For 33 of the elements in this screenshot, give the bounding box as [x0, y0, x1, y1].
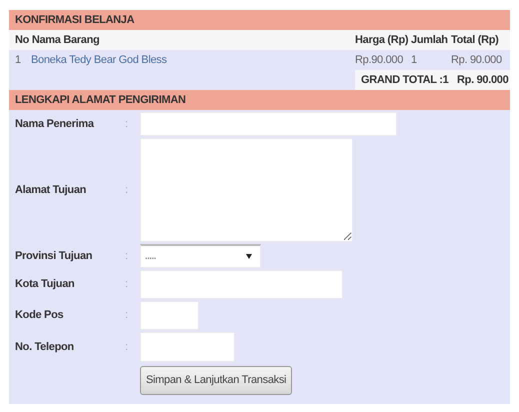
table-cell-text: Rp.90.000: [355, 52, 404, 68]
input-field[interactable]: [140, 301, 199, 330]
table-cell-text: 1: [411, 52, 418, 68]
separator-colon: :: [125, 248, 129, 264]
field-label: Kota Tujuan: [15, 277, 76, 292]
field-label: Provinsi Tujuan: [15, 248, 94, 264]
section-header: KONFIRMASI BELANJA: [9, 10, 510, 30]
column-header: Harga (Rp): [355, 32, 410, 48]
field-label: Nama Penerima: [15, 116, 95, 132]
column-header: No Nama Barang: [15, 32, 100, 48]
address-field[interactable]: [140, 138, 353, 242]
column-header: Total (Rp): [451, 32, 500, 48]
table-cell-text: Rp. 90.000: [451, 52, 503, 68]
input-field[interactable]: [140, 270, 343, 299]
separator-colon: :: [125, 340, 129, 355]
separator-colon: :: [125, 308, 129, 324]
section-header: LENGKAPI ALAMAT PENGIRIMAN: [9, 90, 510, 110]
input-field[interactable]: [140, 332, 235, 362]
field-label: Kode Pos: [15, 308, 64, 324]
product-link[interactable]: Boneka Tedy Bear God Bless: [31, 52, 355, 68]
grand-total-label: GRAND TOTAL :1: [361, 72, 450, 88]
field-label: Alamat Tujuan: [15, 182, 88, 198]
province-select[interactable]: .....: [140, 244, 261, 268]
separator-colon: :: [125, 116, 129, 132]
table-cell-text: 1: [15, 52, 22, 68]
dropdown-arrow-icon: [246, 254, 252, 259]
input-field[interactable]: [140, 112, 397, 136]
column-header: Jumlah: [411, 32, 449, 48]
separator-colon: :: [125, 277, 129, 292]
separator-colon: :: [125, 182, 129, 198]
field-label: No. Telepon: [15, 340, 75, 355]
submit-button[interactable]: Simpan & Lanjutkan Transaksi: [140, 366, 292, 395]
grand-total-value: Rp. 90.000: [457, 72, 508, 88]
